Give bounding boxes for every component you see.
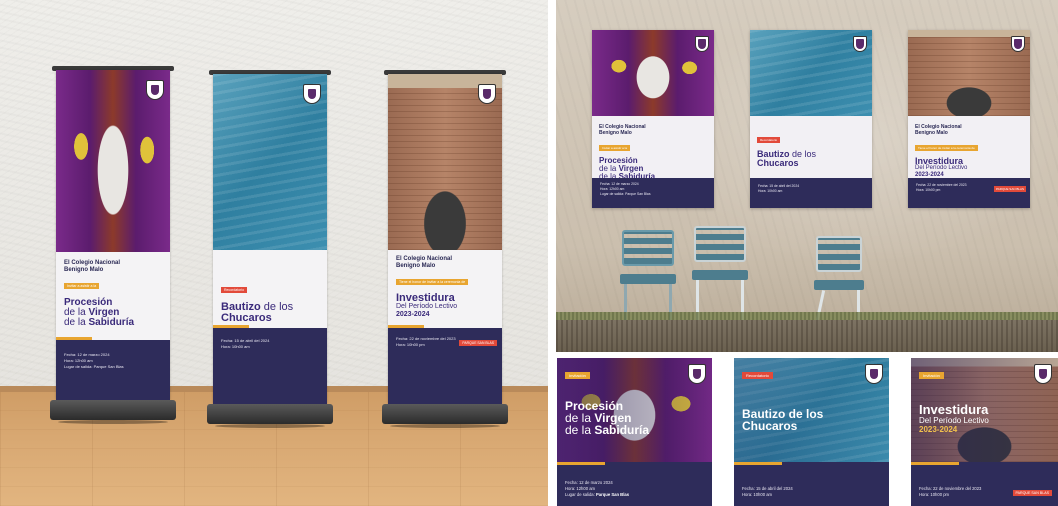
banner-sheet: Recordatorio Bautizo de los Chucaros Fec… bbox=[213, 74, 327, 404]
school-crest-icon bbox=[853, 36, 867, 52]
rollup-banner-mockup: El Colegio Nacional Benigno Malo Invitar… bbox=[0, 0, 548, 506]
school-crest-icon bbox=[146, 80, 164, 100]
school-crest-icon bbox=[1034, 364, 1052, 384]
banner-base bbox=[382, 404, 508, 428]
banner-bautizo: Recordatorio Bautizo de los Chucaros Fec… bbox=[207, 70, 333, 428]
school-crest-icon bbox=[688, 364, 706, 384]
banner-info: Fecha: 15 de abril del 2024 Hora: 10h00 … bbox=[221, 338, 270, 349]
poster-investidura: El Colegio Nacional Benigno Malo Tiene e… bbox=[908, 30, 1030, 208]
school-name: El Colegio Nacional Benigno Malo bbox=[64, 260, 121, 273]
banner-footer: Fecha: 22 de noviembre del 2023 Hora: 10… bbox=[388, 325, 502, 404]
school-crest-icon bbox=[695, 36, 709, 52]
card-title: Bautizo de los Chucaros bbox=[742, 407, 824, 433]
poster-footer: Fecha: 15 de abril del 2024 Hora: 10h00 … bbox=[750, 178, 872, 208]
card-tag: Invitación bbox=[565, 372, 590, 379]
banner-investidura: El Colegio Nacional Benigno Malo Tiene e… bbox=[382, 70, 508, 428]
school-crest-icon bbox=[478, 84, 496, 104]
card-title: Procesión de la Virgen de la Sabiduría bbox=[565, 399, 650, 437]
wall-poster-mockup: El Colegio Nacional Benigno Malo Invitar… bbox=[556, 0, 1058, 352]
school-crest-icon bbox=[865, 364, 883, 384]
location-tag: PARQUE SAN BLAS bbox=[459, 340, 497, 346]
card-procesion: Invitación Procesión de la Virgen de la … bbox=[557, 358, 712, 506]
gravel-ground bbox=[556, 320, 1058, 352]
school-name: El Colegio Nacional Benigno Malo bbox=[396, 256, 453, 269]
banner-title: Investidura Del Período Lectivo 2023-202… bbox=[396, 292, 458, 319]
poster-procesion: El Colegio Nacional Benigno Malo Invitar… bbox=[592, 30, 714, 208]
school-crest-icon bbox=[1011, 36, 1025, 52]
banner-title: Procesión de la Virgen de la Sabiduría bbox=[64, 297, 135, 328]
poster-footer: Fecha: 22 de noviembre del 2023 Hora: 10… bbox=[908, 178, 1030, 208]
school-crest-icon bbox=[303, 84, 321, 104]
banner-footer: Fecha: 12 de marzo 2024 Hora: 12h00 am L… bbox=[56, 337, 170, 400]
banner-info: Fecha: 12 de marzo 2024 Hora: 12h00 am L… bbox=[64, 352, 124, 369]
banner-sheet: El Colegio Nacional Benigno Malo Invitar… bbox=[56, 70, 170, 400]
card-info: Fecha: 12 de marzo 2024 Hora: 12h00 am L… bbox=[565, 480, 630, 497]
banner-info: Fecha: 22 de noviembre del 2023 Hora: 10… bbox=[396, 336, 456, 347]
card-title: Investidura Del Período Lectivo 2023-202… bbox=[919, 402, 989, 434]
banner-base bbox=[207, 404, 333, 428]
banner-sheet: El Colegio Nacional Benigno Malo Tiene e… bbox=[388, 74, 502, 404]
card-tag: Recordatorio bbox=[742, 372, 773, 379]
banner-tag: Invitar a asistir a la bbox=[64, 283, 100, 289]
card-investidura: Invitación Investidura Del Período Lecti… bbox=[911, 358, 1058, 506]
card-info: Fecha: 15 de abril del 2024 Hora: 10h00 … bbox=[742, 486, 793, 497]
banner-tag: Tiene el honor de invitar a la ceremonia… bbox=[396, 279, 469, 285]
card-info: Fecha: 22 de noviembre del 2023 Hora: 10… bbox=[919, 486, 982, 497]
poster-bautizo: Recordatorio Bautizo de los Chucaros Fec… bbox=[750, 30, 872, 208]
location-tag: PARQUE SAN BLAS bbox=[1012, 490, 1052, 496]
banner-footer: Fecha: 15 de abril del 2024 Hora: 10h00 … bbox=[213, 325, 327, 404]
poster-footer: Fecha: 12 de marzo 2024 Hora: 12h00 am L… bbox=[592, 178, 714, 208]
banner-procesion: El Colegio Nacional Benigno Malo Invitar… bbox=[50, 66, 176, 424]
banner-title: Bautizo de los Chucaros bbox=[221, 301, 294, 324]
card-tag: Invitación bbox=[919, 372, 944, 379]
banner-tag: Recordatorio bbox=[221, 287, 248, 293]
card-bautizo: Recordatorio Bautizo de los Chucaros Fec… bbox=[734, 358, 889, 506]
banner-base bbox=[50, 400, 176, 424]
